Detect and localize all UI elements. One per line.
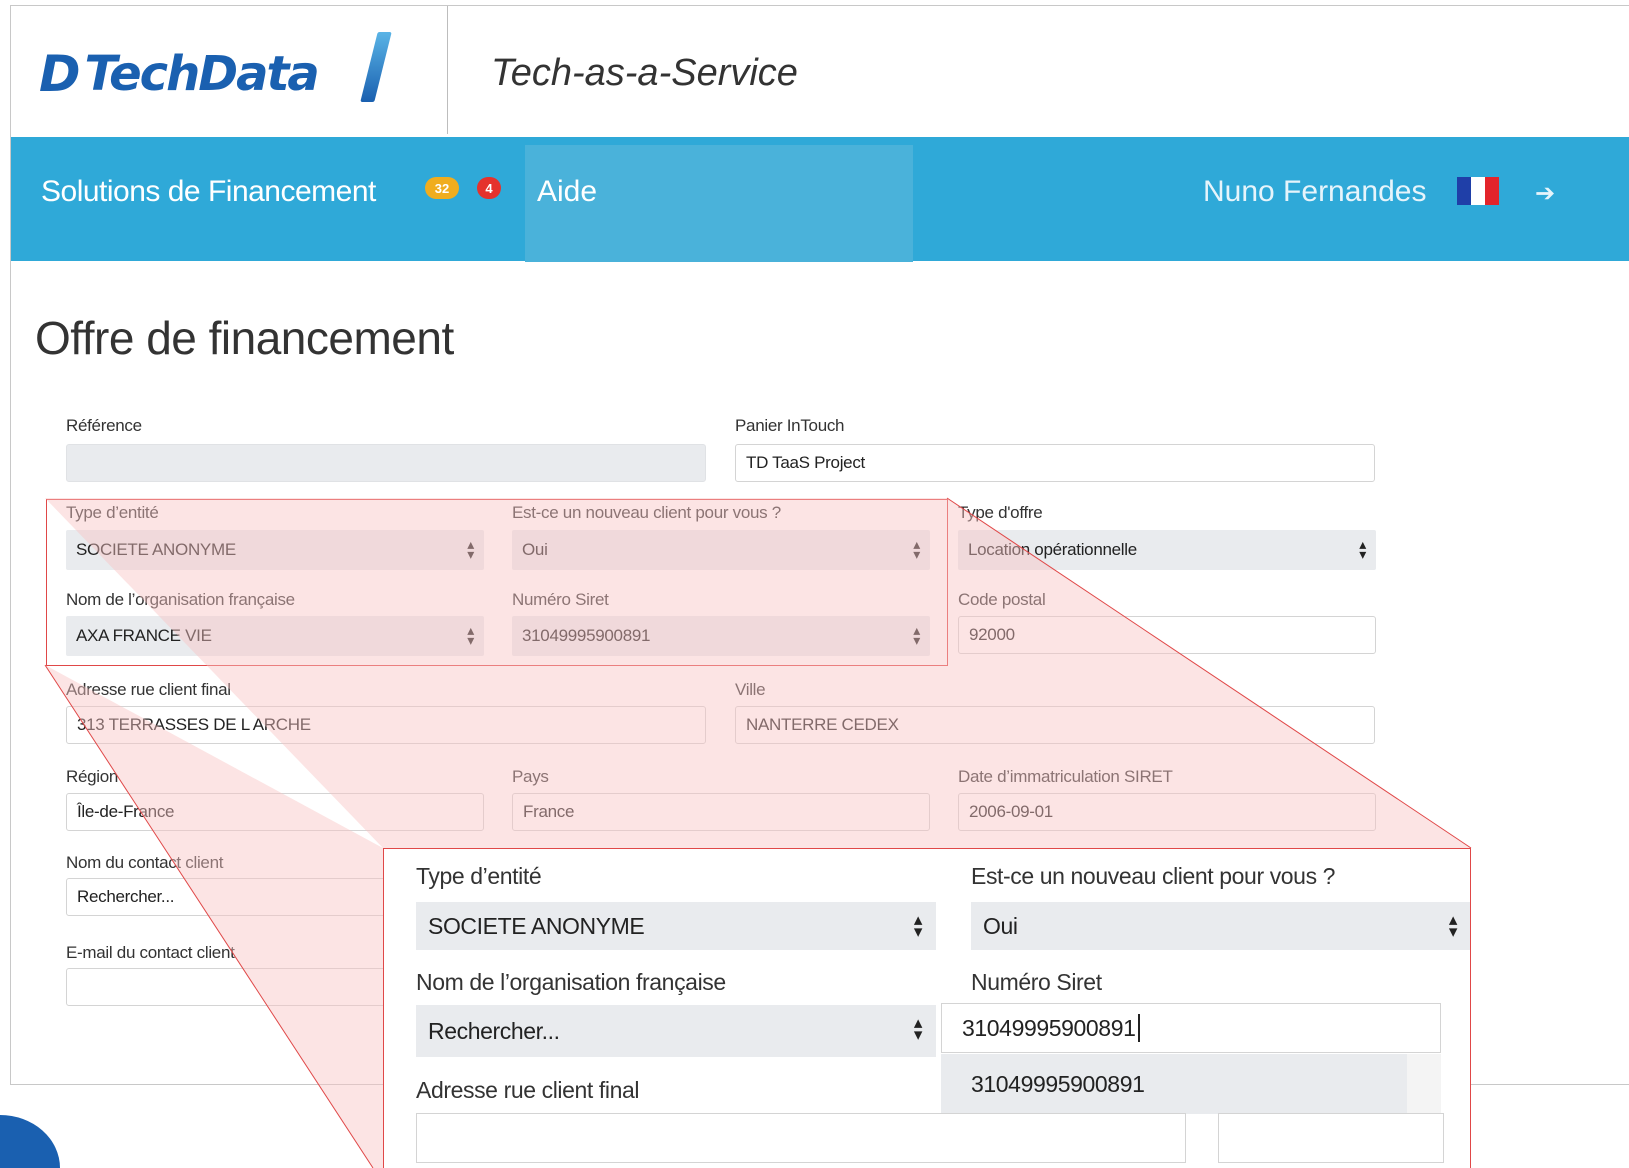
zoom-nouveau-client-value: Oui xyxy=(983,912,1018,939)
zoom-ville-input[interactable] xyxy=(1218,1113,1444,1163)
sort-arrows-icon: ▴ ▾ xyxy=(1448,910,1458,941)
techdata-logo[interactable]: D TechData xyxy=(39,34,320,114)
zoom-panel: Type d’entité SOCIETE ANONYME ▴ ▾ Est-ce … xyxy=(383,848,1471,1168)
sort-arrows-icon: ▴ ▾ xyxy=(913,910,923,941)
date-siret-input[interactable]: 2006-09-01 xyxy=(958,793,1376,831)
header-divider xyxy=(447,6,448,134)
adresse-label: Adresse rue client final xyxy=(66,680,231,699)
zoom-nouveau-client-select[interactable]: Oui ▴ ▾ xyxy=(971,902,1470,950)
nav-financing-link[interactable]: Solutions de Financement xyxy=(41,175,376,209)
brand-swoosh xyxy=(0,1115,60,1168)
panier-input[interactable]: TD TaaS Project xyxy=(735,444,1375,482)
region-input[interactable]: Île-de-France xyxy=(66,793,484,831)
zoom-type-entite-label: Type d’entité xyxy=(416,863,542,889)
ville-input[interactable]: NANTERRE CEDEX xyxy=(735,706,1375,744)
zoom-siret-input[interactable]: 31049995900891 xyxy=(941,1003,1441,1053)
page-title: Offre de financement xyxy=(35,312,454,364)
navbar: Solutions de Financement 32 4 Aide Nuno … xyxy=(11,137,1629,262)
zoom-type-entite-select[interactable]: SOCIETE ANONYME ▴ ▾ xyxy=(416,902,936,950)
code-postal-input[interactable]: 92000 xyxy=(958,616,1376,654)
logo-slash-icon xyxy=(360,32,392,102)
contact-email-label: E-mail du contact client xyxy=(66,943,235,962)
logo-mark: D xyxy=(39,45,80,103)
zoom-adresse-input[interactable] xyxy=(416,1113,1186,1163)
siret-dropdown-option[interactable]: 31049995900891 xyxy=(941,1054,1441,1114)
zoom-type-entite-value: SOCIETE ANONYME xyxy=(428,912,645,939)
dropdown-scrollbar[interactable] xyxy=(1407,1054,1441,1114)
contact-nom-label: Nom du contact client xyxy=(66,853,224,872)
ville-label: Ville xyxy=(735,680,766,699)
nav-help-label: Aide xyxy=(537,175,598,208)
pays-label: Pays xyxy=(512,767,549,786)
date-siret-label: Date d’immatriculation SIRET xyxy=(958,767,1173,786)
type-offre-label: Type d'offre xyxy=(958,503,1043,522)
app-title: Tech-as-a-Service xyxy=(491,52,798,94)
logo-text: TechData xyxy=(84,46,320,102)
zoom-nom-org-value: Rechercher... xyxy=(428,1017,560,1044)
type-offre-value: Location opérationnelle xyxy=(968,540,1137,559)
badge-count-orange: 32 xyxy=(425,177,459,199)
region-label: Région xyxy=(66,767,119,786)
sort-arrows-icon: ▴ ▾ xyxy=(913,1013,923,1044)
code-postal-label: Code postal xyxy=(958,590,1046,609)
highlight-box xyxy=(46,499,948,666)
logout-icon[interactable]: ➔ xyxy=(1535,179,1555,208)
adresse-input[interactable]: 313 TERRASSES DE L ARCHE xyxy=(66,706,706,744)
siret-dropdown-option-text: 31049995900891 xyxy=(971,1070,1145,1097)
zoom-siret-label: Numéro Siret xyxy=(971,969,1102,995)
sort-arrows-icon: ▴ ▾ xyxy=(1359,536,1366,562)
zoom-siret-value: 31049995900891 xyxy=(962,1014,1136,1041)
type-offre-select[interactable]: Location opérationnelle ▴ ▾ xyxy=(958,530,1376,570)
badge-count-red: 4 xyxy=(477,177,501,199)
zoom-nom-org-label: Nom de l’organisation française xyxy=(416,969,726,995)
nav-help-tab[interactable]: Aide xyxy=(525,145,913,262)
user-name[interactable]: Nuno Fernandes xyxy=(1203,175,1426,209)
zoom-nom-org-select[interactable]: Rechercher... ▴ ▾ xyxy=(416,1005,936,1057)
zoom-adresse-label: Adresse rue client final xyxy=(416,1077,640,1103)
pays-input[interactable]: France xyxy=(512,793,930,831)
reference-input[interactable] xyxy=(66,444,706,482)
zoom-nouveau-client-label: Est-ce un nouveau client pour vous ? xyxy=(971,863,1336,889)
france-flag-icon[interactable] xyxy=(1457,177,1499,205)
header: D TechData Tech-as-a-Service xyxy=(11,6,1629,143)
panier-label: Panier InTouch xyxy=(735,416,845,435)
text-caret xyxy=(1138,1014,1141,1042)
reference-label: Référence xyxy=(66,416,142,435)
